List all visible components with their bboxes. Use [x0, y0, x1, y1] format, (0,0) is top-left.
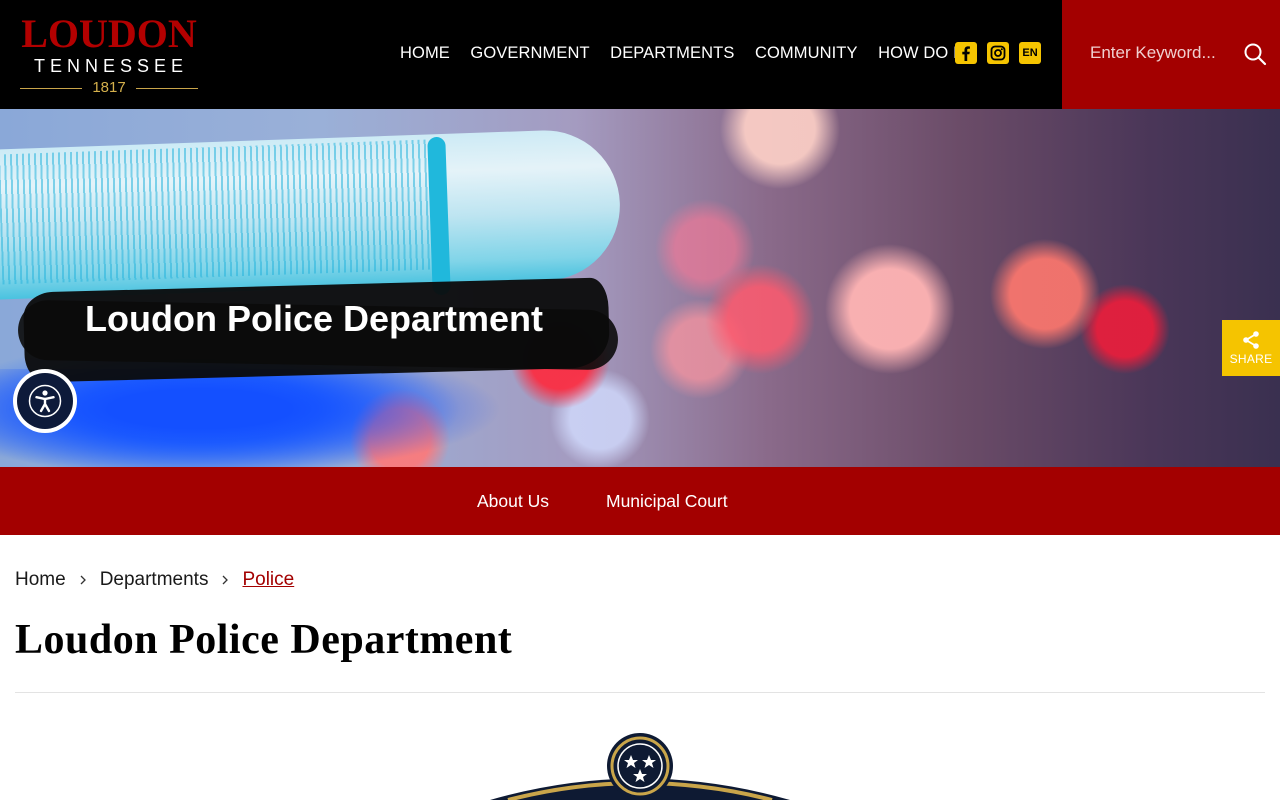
title-divider	[15, 692, 1265, 693]
main-nav: HOME GOVERNMENT DEPARTMENTS COMMUNITY HO…	[400, 42, 978, 64]
site-logo[interactable]: LOUDON TENNESSEE 1817	[14, 14, 204, 98]
site-header: LOUDON TENNESSEE 1817 HOME GOVERNMENT DE…	[0, 0, 1280, 109]
chevron-right-icon	[75, 569, 91, 591]
logo-state: TENNESSEE	[33, 56, 189, 76]
language-label: EN	[1022, 47, 1038, 59]
search-input[interactable]	[1090, 40, 1240, 66]
nav-government[interactable]: GOVERNMENT	[470, 42, 589, 64]
department-subnav: About Us Municipal Court	[0, 467, 1280, 535]
instagram-icon[interactable]	[987, 42, 1009, 64]
hero-banner: Loudon Police Department	[0, 109, 1280, 467]
nav-home[interactable]: HOME	[400, 42, 450, 64]
subnav-about-us[interactable]: About Us	[477, 490, 549, 512]
nav-how-do-i[interactable]: HOW DO I	[878, 42, 958, 64]
language-selector[interactable]: EN	[1019, 42, 1041, 64]
hero-blue-glow	[0, 369, 520, 467]
police-badge-image	[490, 732, 790, 800]
search-icon[interactable]	[1243, 42, 1267, 66]
subnav-municipal-court[interactable]: Municipal Court	[606, 490, 728, 512]
share-icon	[1243, 331, 1259, 349]
breadcrumb: Home Departments Police	[15, 569, 294, 591]
breadcrumb-home[interactable]: Home	[15, 569, 66, 591]
share-button[interactable]: SHARE	[1222, 320, 1280, 376]
share-label: SHARE	[1229, 352, 1273, 366]
breadcrumb-police[interactable]: Police	[242, 569, 294, 591]
search-panel	[1062, 0, 1280, 109]
logo-year: 1817	[92, 79, 126, 96]
hero-title: Loudon Police Department	[85, 298, 544, 339]
logo-wordmark: LOUDON	[21, 11, 197, 56]
page-title: Loudon Police Department	[15, 617, 513, 663]
facebook-icon[interactable]	[955, 42, 977, 64]
nav-community[interactable]: COMMUNITY	[755, 42, 858, 64]
accessibility-icon	[17, 373, 73, 429]
logo-year-row: 1817	[14, 80, 204, 96]
nav-departments[interactable]: DEPARTMENTS	[610, 42, 734, 64]
accessibility-button[interactable]	[13, 369, 77, 433]
logo-rule-left	[20, 87, 83, 89]
hero-light-texture	[0, 139, 433, 285]
breadcrumb-departments[interactable]: Departments	[100, 569, 209, 591]
chevron-right-icon	[217, 569, 233, 591]
logo-rule-right	[135, 87, 198, 89]
